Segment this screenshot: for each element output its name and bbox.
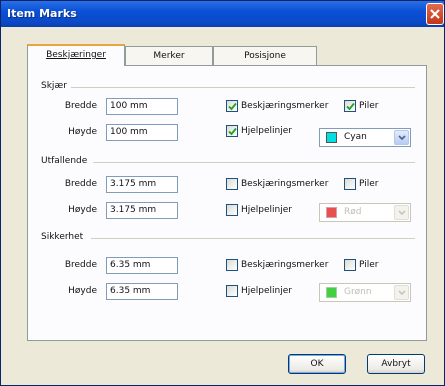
tab-label: Merker [153, 51, 185, 61]
dialog-window: Item Marks Beskjæringer Merker Posisjone… [0, 0, 445, 386]
color-value: Rød [344, 207, 362, 217]
guides-checkbox[interactable] [226, 204, 238, 216]
arrows-checkbox[interactable] [344, 178, 356, 190]
width-field[interactable]: 6.35 mm [106, 257, 178, 274]
arrows-checkbox[interactable] [344, 100, 356, 112]
guides-checkbox[interactable] [226, 285, 238, 297]
width-field[interactable]: 3.175 mm [106, 176, 178, 193]
guides-label: Hjelpelinjer [241, 286, 292, 296]
height-label: Høyde [68, 286, 97, 296]
width-label: Bredde [64, 179, 97, 189]
height-field[interactable]: 3.175 mm [106, 202, 178, 219]
tab-label: Beskjæringer [46, 50, 106, 60]
width-label: Bredde [64, 260, 97, 270]
width-label: Bredde [64, 101, 97, 111]
tab-posisjone[interactable]: Posisjone [213, 46, 317, 66]
color-dropdown[interactable]: Cyan [319, 128, 411, 147]
group-divider [71, 87, 415, 88]
group-divider [91, 238, 415, 239]
cancel-button[interactable]: Avbryt [367, 354, 425, 374]
ok-button[interactable]: OK [288, 354, 346, 374]
chevron-down-icon[interactable] [394, 285, 409, 300]
color-swatch [326, 287, 337, 298]
group-divider [93, 162, 415, 163]
guides-checkbox[interactable] [226, 125, 238, 137]
color-value: Cyan [344, 132, 367, 142]
color-swatch [326, 207, 337, 218]
color-swatch [326, 132, 337, 143]
group-title: Skjær [41, 81, 67, 91]
guides-label: Hjelpelinjer [241, 126, 292, 136]
color-dropdown[interactable]: Grønn [319, 283, 411, 302]
window-title: Item Marks [7, 7, 77, 20]
group-title: Sikkerhet [41, 232, 84, 242]
width-field[interactable]: 100 mm [106, 98, 178, 115]
height-field[interactable]: 100 mm [106, 124, 178, 141]
color-dropdown[interactable]: Rød [319, 203, 411, 222]
crop-marks-label: Beskjæringsmerker [241, 179, 329, 189]
chevron-down-icon[interactable] [394, 205, 409, 220]
color-value: Grønn [344, 287, 372, 297]
tab-label: Posisjone [244, 51, 286, 61]
title-bar[interactable]: Item Marks [1, 1, 444, 27]
crop-marks-checkbox[interactable] [226, 259, 238, 271]
tab-merker[interactable]: Merker [125, 46, 213, 66]
guides-label: Hjelpelinjer [241, 205, 292, 215]
height-label: Høyde [68, 127, 97, 137]
height-field[interactable]: 6.35 mm [106, 283, 178, 300]
close-button[interactable] [426, 3, 444, 25]
crop-marks-label: Beskjæringsmerker [241, 101, 329, 111]
height-label: Høyde [68, 205, 97, 215]
crop-marks-checkbox[interactable] [226, 100, 238, 112]
arrows-label: Piler [359, 179, 379, 189]
tab-beskjaeringer[interactable]: Beskjæringer [27, 44, 125, 66]
arrows-checkbox[interactable] [344, 259, 356, 271]
arrows-label: Piler [359, 101, 379, 111]
group-title: Utfallende [41, 156, 88, 166]
crop-marks-checkbox[interactable] [226, 178, 238, 190]
chevron-down-icon[interactable] [394, 130, 409, 145]
crop-marks-label: Beskjæringsmerker [241, 260, 329, 270]
arrows-label: Piler [359, 260, 379, 270]
